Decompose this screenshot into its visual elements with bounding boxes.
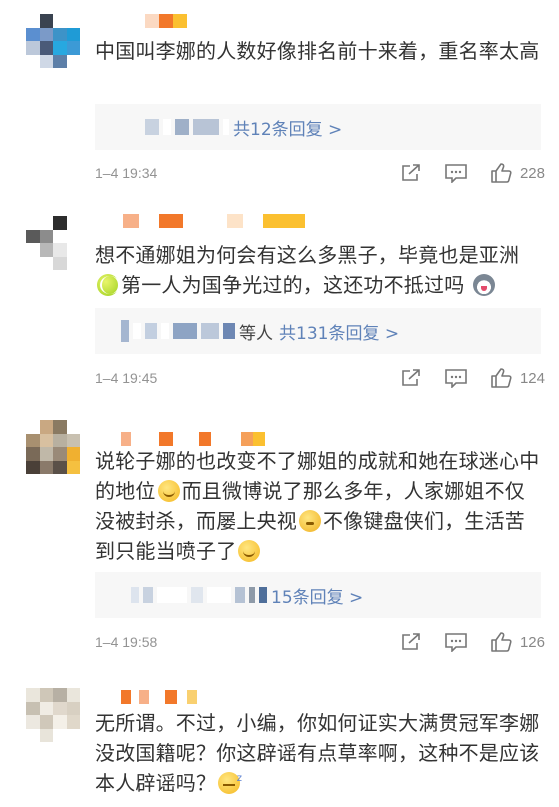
username-redacted[interactable] [95,214,305,230]
replies-box[interactable]: 等人 共131条回复 > [95,308,541,354]
comment-icon [445,164,467,183]
comment-text-line: 第一人为国争光过的，这还功不抵过吗 [121,273,465,297]
comment-meta: 1–4 19:45 124 [95,366,545,390]
avatar[interactable] [26,216,80,270]
husky-emoji-icon [472,274,495,296]
comment-text: 想不通娜姐为何会有这么多黑子，毕竟也是亚洲 第一人为国争光过的，这还功不抵过吗 [95,240,545,300]
share-button[interactable] [400,368,422,388]
view-replies-link[interactable]: 共12条回复 > [233,115,342,140]
smile-emoji-icon [157,480,180,502]
username-redacted[interactable] [95,690,197,706]
comment-text-line: 无所谓。不过，小编，你如何证实大满贯冠军李娜没改国籍呢？你这辟谣有点草率啊，这种… [95,711,540,795]
comment-meta: 1–4 19:58 126 [95,630,545,654]
view-replies-link[interactable]: 15条回复 > [271,583,363,608]
share-icon [402,164,420,181]
timestamp: 1–4 19:34 [95,165,158,181]
tennis-ball-emoji-icon [97,274,120,296]
like-button[interactable]: 124 [490,367,545,389]
comment-button[interactable] [444,632,468,652]
replies-by-label: 等人 [239,323,273,344]
share-icon [402,369,420,386]
replies-box[interactable]: 15条回复 > [95,572,541,618]
comment-icon [445,369,467,388]
avatar[interactable] [26,420,80,474]
avatar[interactable] [26,688,80,742]
thumbs-up-icon [491,163,512,183]
like-button[interactable]: 126 [490,631,545,653]
sleepy-emoji-icon [218,764,242,794]
smile-emoji-icon [238,540,261,562]
thumbs-up-icon [491,368,512,388]
comment-icon [445,633,467,652]
comment-text: 中国叫李娜的人数好像排名前十来着，重名率太高 [95,39,540,63]
comment-text: 说轮子娜的也改变不了娜姐的成就和她在球迷心中的地位 而且微博说了那么多年，人家娜姐… [95,446,545,566]
share-button[interactable] [400,163,422,183]
like-button[interactable]: 228 [490,162,545,184]
comment-button[interactable] [444,163,468,183]
comment-meta: 1–4 19:34 228 [95,161,545,185]
speechless-emoji-icon [299,510,321,532]
thumbs-up-icon [491,632,512,652]
comment-text-line: 想不通娜姐为何会有这么多黑子，毕竟也是亚洲 [95,243,520,267]
replies-box[interactable]: 共12条回复 > [95,104,541,150]
comment-text: 无所谓。不过，小编，你如何证实大满贯冠军李娜没改国籍呢？你这辟谣有点草率啊，这种… [95,708,545,798]
timestamp: 1–4 19:58 [95,634,158,650]
share-icon [402,633,420,650]
view-replies-link[interactable]: 共131条回复 > [279,319,399,344]
like-count: 124 [519,369,545,387]
timestamp: 1–4 19:45 [95,370,158,386]
comment-button[interactable] [444,368,468,388]
like-count: 126 [519,633,545,651]
username-redacted[interactable] [95,14,187,30]
like-count: 228 [519,164,545,182]
share-button[interactable] [400,632,422,652]
avatar[interactable] [26,14,80,68]
